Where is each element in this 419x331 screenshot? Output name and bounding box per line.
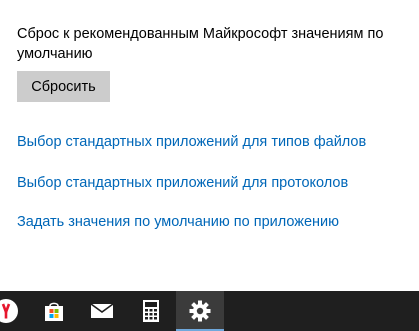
microsoft-store-icon xyxy=(45,302,63,321)
taskbar-item-mail[interactable] xyxy=(78,291,126,331)
mail-icon xyxy=(90,303,114,318)
yandex-browser-icon xyxy=(0,299,18,323)
reset-description: Сброс к рекомендованным Майкрософт значе… xyxy=(17,26,384,62)
reset-section: Сброс к рекомендованным Майкрософт значе… xyxy=(17,24,412,102)
taskbar xyxy=(0,291,419,331)
reset-button[interactable]: Сбросить xyxy=(17,71,110,102)
taskbar-item-calculator[interactable] xyxy=(127,291,175,331)
choose-apps-by-file-type-link[interactable]: Выбор стандартных приложений для типов ф… xyxy=(17,134,366,150)
taskbar-item-yandex-browser[interactable] xyxy=(0,291,30,331)
settings-gear-icon xyxy=(189,300,211,322)
calculator-icon xyxy=(143,300,159,322)
settings-default-apps-page: Сброс к рекомендованным Майкрософт значе… xyxy=(0,0,419,331)
taskbar-item-microsoft-store[interactable] xyxy=(30,291,78,331)
choose-apps-by-protocol-link[interactable]: Выбор стандартных приложений для протоко… xyxy=(17,175,348,191)
set-defaults-by-app-link[interactable]: Задать значения по умолчанию по приложен… xyxy=(17,214,339,230)
taskbar-item-settings[interactable] xyxy=(176,291,224,331)
